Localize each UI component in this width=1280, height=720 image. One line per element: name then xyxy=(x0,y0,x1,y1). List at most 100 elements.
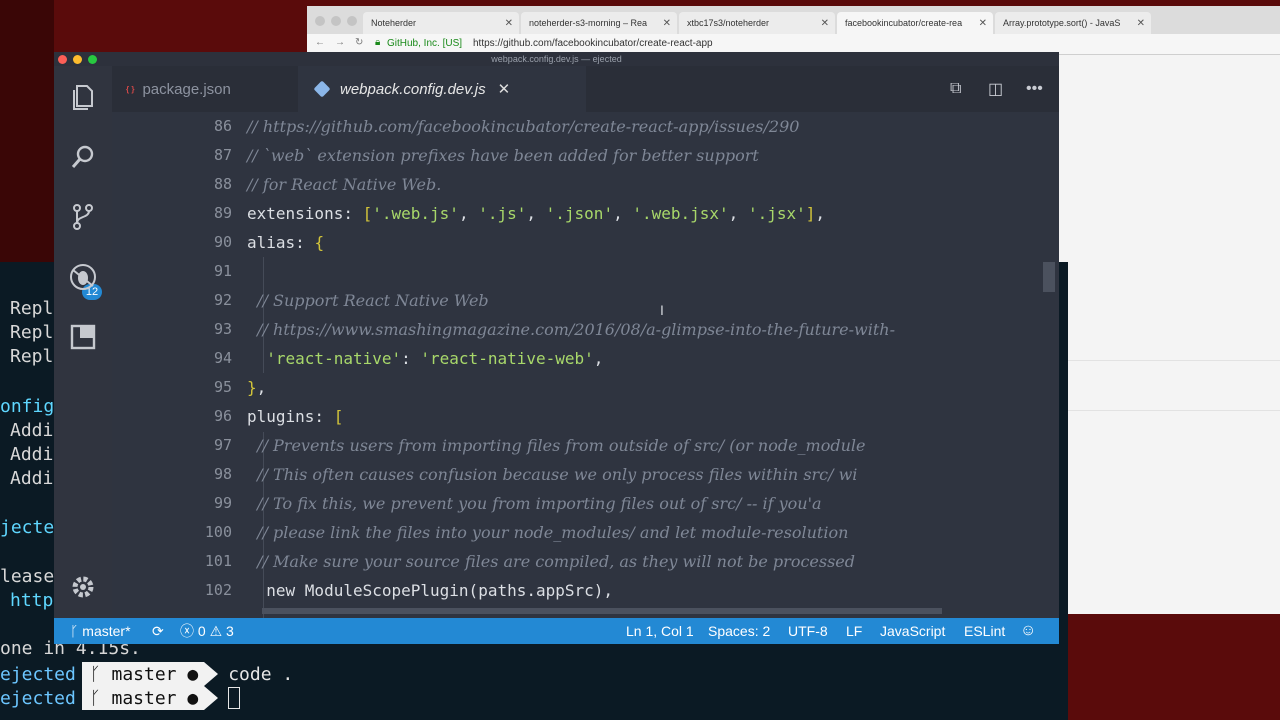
terminal-output-line: onfig xyxy=(0,396,55,417)
code-line[interactable]: 95}, xyxy=(112,373,1059,402)
horizontal-scrollbar[interactable] xyxy=(262,608,942,614)
code-text: // Make sure your source files are compi… xyxy=(247,552,856,571)
terminal-output-line: Addi xyxy=(10,420,54,441)
line-number: 102 xyxy=(204,581,232,599)
forward-icon[interactable]: → xyxy=(335,37,345,48)
browser-tab-xtbc17s3[interactable]: xtbc17s3/noteherder ✕ xyxy=(679,12,835,34)
close-icon[interactable]: ✕ xyxy=(498,80,511,98)
code-text: // please link the files into your node_… xyxy=(247,523,849,542)
zoom-window-button[interactable] xyxy=(88,55,97,64)
minimize-window-button[interactable] xyxy=(73,55,82,64)
close-window-button[interactable] xyxy=(58,55,67,64)
tab-package-json[interactable]: { } package.json xyxy=(112,66,312,112)
code-editor[interactable]: 86 // https://github.com/facebookincubato… xyxy=(112,112,1059,618)
browser-minimize-button[interactable] xyxy=(331,16,341,26)
code-line[interactable]: 101 // Make sure your source files are c… xyxy=(112,547,1059,576)
close-icon[interactable]: ✕ xyxy=(505,18,513,29)
code-text: // `web` extension prefixes have been ad… xyxy=(247,146,759,165)
line-number: 99 xyxy=(213,494,232,512)
back-icon[interactable]: ← xyxy=(315,37,325,48)
code-line[interactable]: 97 // Prevents users from importing file… xyxy=(112,431,1059,460)
code-line[interactable]: 87 // `web` extension prefixes have been … xyxy=(112,141,1059,170)
search-icon[interactable] xyxy=(68,142,98,172)
split-editor-icon[interactable]: ◫ xyxy=(988,66,1003,112)
code-line[interactable]: 91 xyxy=(112,257,1059,286)
line-number: 91 xyxy=(213,262,232,280)
branch-indicator[interactable]: ᚴ master* xyxy=(70,618,131,644)
code-text: // Prevents users from importing files f… xyxy=(247,436,866,455)
prompt-dir: ejected xyxy=(0,687,82,709)
line-number: 90 xyxy=(213,233,232,251)
linter-status[interactable]: ESLint xyxy=(964,618,1005,644)
terminal-output-line: http xyxy=(10,590,54,611)
problems-indicator[interactable]: ⓧ 0 ⚠ 3 xyxy=(180,618,234,644)
browser-tab-create-react-app[interactable]: facebookincubator/create-rea ✕ xyxy=(837,12,993,34)
webpack-file-icon xyxy=(313,80,331,98)
warning-count: 3 xyxy=(226,623,234,639)
cursor-position[interactable]: Ln 1, Col 1 xyxy=(626,618,694,644)
vertical-scrollbar[interactable] xyxy=(1043,262,1055,292)
secure-origin-label: GitHub, Inc. [US] xyxy=(387,38,463,49)
code-line[interactable]: 102 new ModuleScopePlugin(paths.appSrc), xyxy=(112,576,1059,605)
terminal-output-line: jecte xyxy=(0,517,55,538)
browser-tab-label: Array.prototype.sort() - JavaS xyxy=(1003,18,1121,28)
code-line[interactable]: 100 // please link the files into your n… xyxy=(112,518,1059,547)
close-icon[interactable]: ✕ xyxy=(821,18,829,29)
terminal-output-line: Repl xyxy=(10,298,54,319)
code-line[interactable]: 94 'react-native': 'react-native-web', xyxy=(112,344,1059,373)
indentation-setting[interactable]: Spaces: 2 xyxy=(708,618,770,644)
terminal-output-line: Addi xyxy=(10,444,54,465)
browser-tab-label: xtbc17s3/noteherder xyxy=(687,18,770,28)
close-icon[interactable]: ✕ xyxy=(663,18,671,29)
sync-icon[interactable]: ⟳ xyxy=(152,618,164,644)
open-changes-icon[interactable]: ⧉ xyxy=(950,66,961,112)
line-number: 96 xyxy=(213,407,232,425)
source-control-icon[interactable] xyxy=(68,202,98,232)
line-number: 94 xyxy=(213,349,232,367)
status-bar: ᚴ master* ⟳ ⓧ 0 ⚠ 3 Ln 1, Col 1 Spaces: … xyxy=(54,618,1059,644)
url-text[interactable]: https://github.com/facebookincubator/cre… xyxy=(473,38,713,49)
line-ending-setting[interactable]: LF xyxy=(846,618,862,644)
close-icon[interactable]: ✕ xyxy=(1137,18,1145,29)
line-number: 97 xyxy=(213,436,232,454)
encoding-setting[interactable]: UTF-8 xyxy=(788,618,828,644)
terminal-output-line: Repl xyxy=(10,322,54,343)
code-line[interactable]: 86 // https://github.com/facebookincubato… xyxy=(112,112,1059,141)
code-line[interactable]: 90 alias: { xyxy=(112,228,1059,257)
extensions-icon[interactable] xyxy=(68,322,98,352)
browser-tab-noteherder-s3[interactable]: noteherder-s3-morning – Rea ✕ xyxy=(521,12,677,34)
gear-icon[interactable] xyxy=(68,572,98,602)
terminal-prompt[interactable]: ejected ᚴ master ● xyxy=(0,686,241,710)
terminal-cursor[interactable] xyxy=(228,687,241,709)
code-line[interactable]: 93 // https://www.smashingmagazine.com/2… xyxy=(112,315,1059,344)
tab-webpack-config[interactable]: webpack.config.dev.js ✕ xyxy=(298,66,586,112)
more-actions-icon[interactable]: ••• xyxy=(1026,66,1043,112)
code-line[interactable]: 89 extensions: ['.web.js', '.js', '.json'… xyxy=(112,199,1059,228)
browser-tab-array-sort[interactable]: Array.prototype.sort() - JavaS ✕ xyxy=(995,12,1151,34)
files-icon[interactable] xyxy=(68,82,98,112)
browser-zoom-button[interactable] xyxy=(347,16,357,26)
code-text: plugins: [ xyxy=(247,407,344,426)
language-mode[interactable]: JavaScript xyxy=(880,618,945,644)
line-number: 86 xyxy=(213,117,232,135)
code-line[interactable]: 88 // for React Native Web. xyxy=(112,170,1059,199)
code-line[interactable]: 98 // This often causes confusion becaus… xyxy=(112,460,1059,489)
code-line[interactable]: 99 // To fix this, we prevent you from i… xyxy=(112,489,1059,518)
line-number: 88 xyxy=(213,175,232,193)
close-icon[interactable]: ✕ xyxy=(979,18,987,29)
code-text: // Support React Native Web xyxy=(247,291,489,310)
debug-icon[interactable] xyxy=(68,262,98,292)
feedback-smiley-icon[interactable]: ☺ xyxy=(1020,618,1036,644)
code-line[interactable]: 92 // Support React Native Web xyxy=(112,286,1059,315)
browser-close-button[interactable] xyxy=(315,16,325,26)
code-line[interactable]: 96 plugins: [ xyxy=(112,402,1059,431)
browser-tab-noteherder[interactable]: Noteherder ✕ xyxy=(363,12,519,34)
warning-icon: ⚠ xyxy=(209,622,227,639)
browser-tab-label: facebookincubator/create-rea xyxy=(845,18,963,28)
terminal-output-line: lease xyxy=(0,566,55,587)
prompt-branch: master xyxy=(111,663,177,685)
prompt-branch-segment: ᚴ master ● xyxy=(81,686,219,710)
terminal-prompt: ejected ᚴ master ● code . xyxy=(0,662,293,686)
code-text: }, xyxy=(247,378,267,397)
reload-icon[interactable]: ↻ xyxy=(355,37,363,48)
